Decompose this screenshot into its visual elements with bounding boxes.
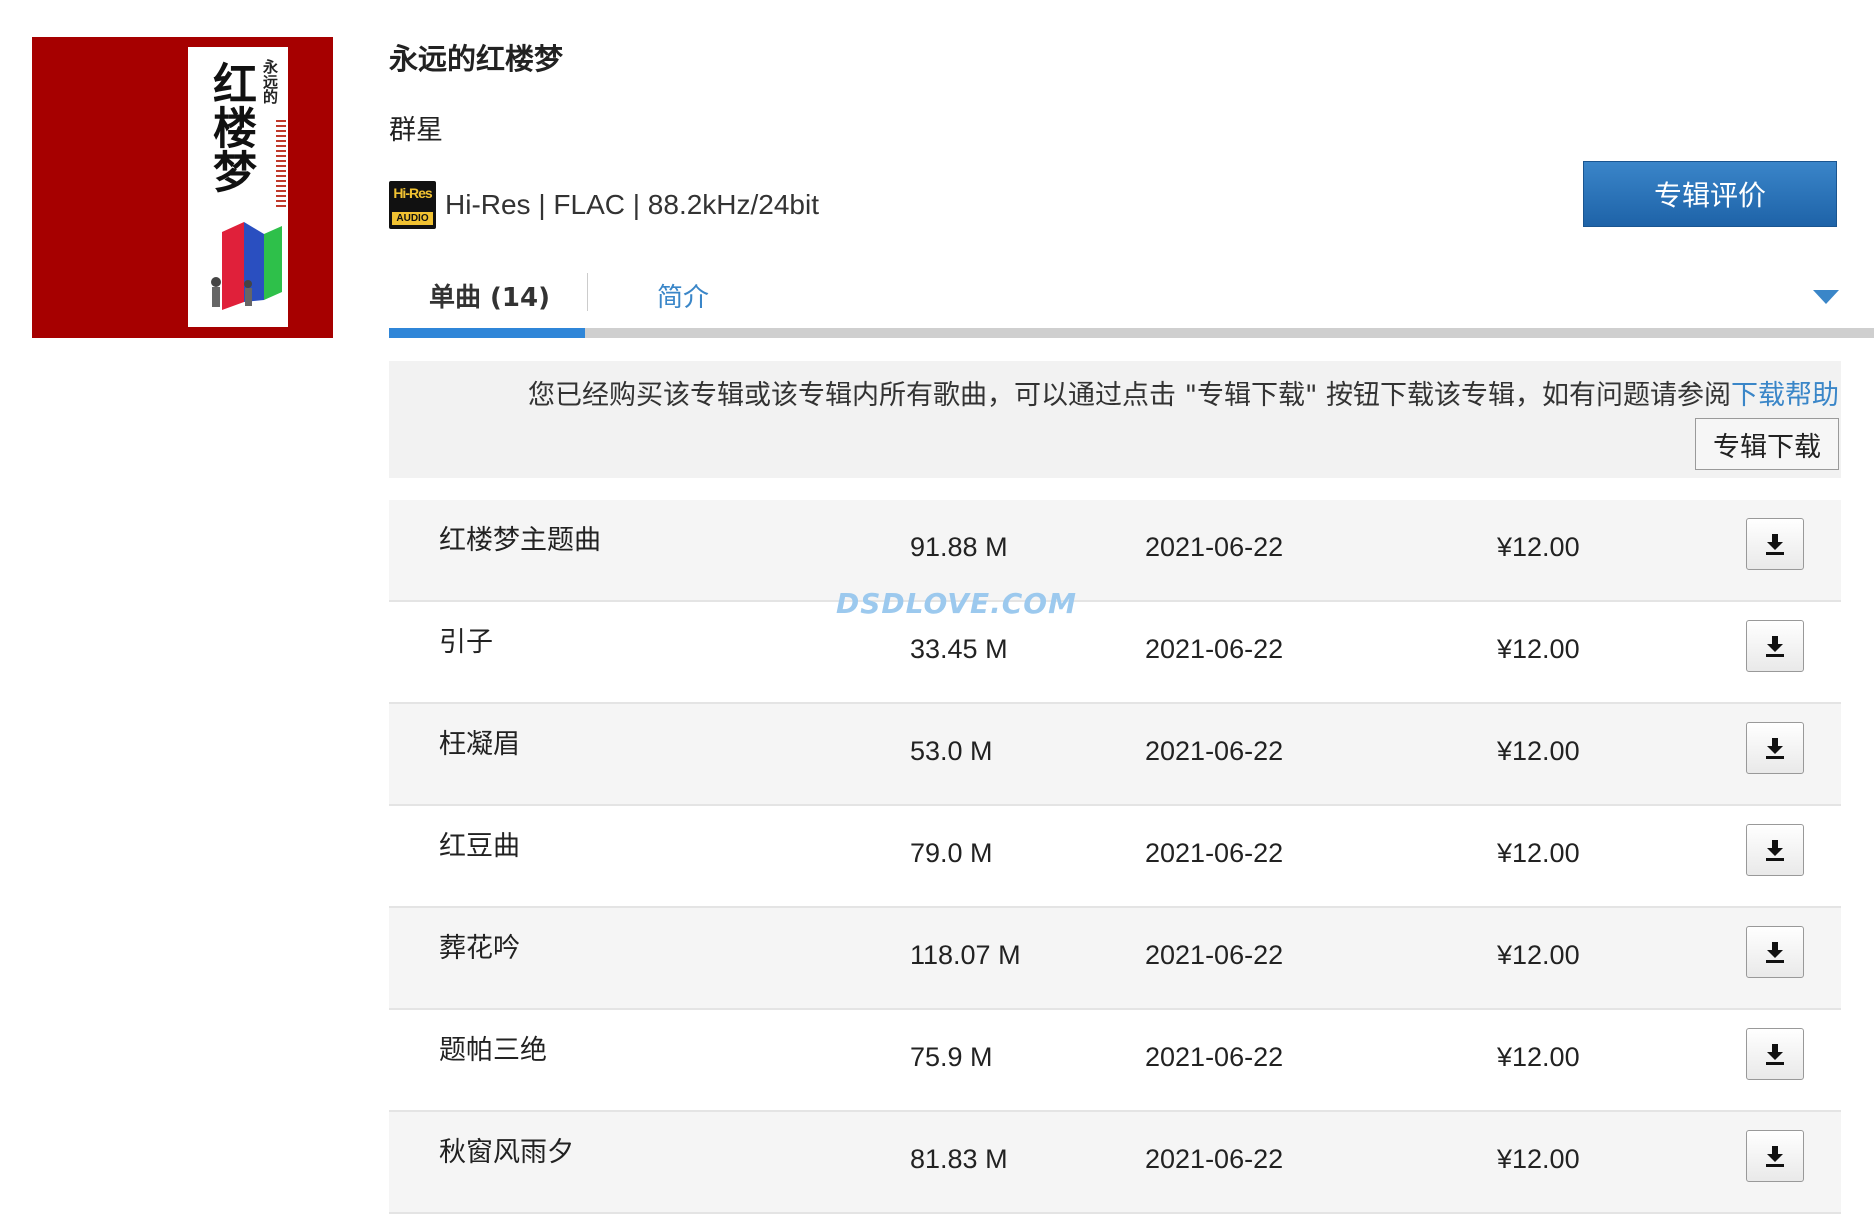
track-download-button[interactable] [1746, 926, 1804, 978]
album-review-button[interactable]: 专辑评价 [1583, 161, 1837, 227]
table-row: 枉凝眉 53.0 M 2021-06-22 ¥12.00 [389, 704, 1841, 806]
track-list: 红楼梦主题曲 91.88 M 2021-06-22 ¥12.00 引子 33.4… [389, 500, 1841, 1214]
album-title: 永远的红楼梦 [389, 42, 564, 76]
track-download-button[interactable] [1746, 1028, 1804, 1080]
watermark: DSDLOVE.COM [836, 587, 1077, 620]
track-size: 79.0 M [910, 838, 993, 868]
download-help-link[interactable]: 下载帮助 [1731, 380, 1839, 411]
track-date: 2021-06-22 [1145, 1144, 1284, 1174]
track-price: ¥12.00 [1497, 736, 1580, 766]
album-download-button[interactable]: 专辑下载 [1695, 418, 1839, 470]
track-name[interactable]: 葬花吟 [439, 926, 520, 965]
cover-card: 红楼梦 永远的 [188, 47, 288, 327]
format-row: Hi-Res AUDIO Hi-Res | FLAC | 88.2kHz/24b… [389, 180, 819, 230]
table-row: 题帕三绝 75.9 M 2021-06-22 ¥12.00 [389, 1010, 1841, 1112]
track-size: 81.83 M [910, 1144, 1008, 1174]
table-row: 葬花吟 118.07 M 2021-06-22 ¥12.00 [389, 908, 1841, 1010]
track-download-button[interactable] [1746, 620, 1804, 672]
track-price: ¥12.00 [1497, 838, 1580, 868]
download-icon [1766, 1146, 1784, 1167]
download-icon [1766, 840, 1784, 861]
track-size: 91.88 M [910, 532, 1008, 562]
track-price: ¥12.00 [1497, 940, 1580, 970]
hires-badge-bottom: AUDIO [392, 212, 433, 225]
track-size: 53.0 M [910, 736, 993, 766]
track-name[interactable]: 引子 [439, 620, 493, 659]
track-price: ¥12.00 [1497, 532, 1580, 562]
track-size: 118.07 M [910, 940, 1021, 970]
track-date: 2021-06-22 [1145, 736, 1284, 766]
tab-bar: 单曲 (14) 简介 [389, 258, 1874, 340]
track-date: 2021-06-22 [1145, 940, 1284, 970]
table-row: 红楼梦主题曲 91.88 M 2021-06-22 ¥12.00 [389, 500, 1841, 602]
purchase-notice: 您已经购买该专辑或该专辑内所有歌曲，可以通过点击 "专辑下载" 按钮下载该专辑，… [389, 361, 1841, 478]
download-icon [1766, 942, 1784, 963]
tab-singles[interactable]: 单曲 (14) [429, 270, 550, 320]
hires-audio-icon: Hi-Res AUDIO [389, 181, 436, 229]
download-icon [1766, 738, 1784, 759]
track-name[interactable]: 枉凝眉 [439, 722, 520, 761]
notice-text: 您已经购买该专辑或该专辑内所有歌曲，可以通过点击 "专辑下载" 按钮下载该专辑，… [528, 373, 1839, 412]
download-icon [1766, 534, 1784, 555]
track-date: 2021-06-22 [1145, 532, 1284, 562]
album-cover: 红楼梦 永远的 [32, 37, 333, 338]
hires-badge-top: Hi-Res [393, 185, 432, 201]
tab-separator [587, 273, 588, 311]
cover-subtitle: 永远的 [261, 59, 279, 104]
download-icon [1766, 1044, 1784, 1065]
track-name[interactable]: 红楼梦主题曲 [439, 518, 601, 557]
tab-underline-active [389, 328, 585, 338]
track-download-button[interactable] [1746, 824, 1804, 876]
tab-intro[interactable]: 简介 [657, 270, 709, 320]
cover-art [211, 222, 282, 310]
track-price: ¥12.00 [1497, 1042, 1580, 1072]
table-row: 秋窗风雨夕 81.83 M 2021-06-22 ¥12.00 [389, 1112, 1841, 1214]
tab-underline-track [389, 328, 1874, 338]
download-icon [1766, 636, 1784, 657]
table-row: 红豆曲 79.0 M 2021-06-22 ¥12.00 [389, 806, 1841, 908]
notice-message: 您已经购买该专辑或该专辑内所有歌曲，可以通过点击 "专辑下载" 按钮下载该专辑，… [527, 380, 1731, 411]
album-artist[interactable]: 群星 [389, 108, 443, 147]
track-download-button[interactable] [1746, 1130, 1804, 1182]
track-size: 75.9 M [910, 1042, 993, 1072]
track-price: ¥12.00 [1497, 634, 1580, 664]
track-size: 33.45 M [910, 634, 1008, 664]
track-download-button[interactable] [1746, 722, 1804, 774]
track-name[interactable]: 秋窗风雨夕 [439, 1130, 574, 1169]
audio-format: Hi-Res | FLAC | 88.2kHz/24bit [445, 189, 820, 220]
cover-title: 红楼梦 [205, 61, 256, 193]
track-name[interactable]: 题帕三绝 [439, 1028, 547, 1067]
track-date: 2021-06-22 [1145, 1042, 1284, 1072]
track-date: 2021-06-22 [1145, 634, 1284, 664]
expand-arrow-icon[interactable] [1813, 290, 1839, 304]
track-date: 2021-06-22 [1145, 838, 1284, 868]
track-download-button[interactable] [1746, 518, 1804, 570]
track-price: ¥12.00 [1497, 1144, 1580, 1174]
table-row: 引子 33.45 M 2021-06-22 ¥12.00 [389, 602, 1841, 704]
track-name[interactable]: 红豆曲 [439, 824, 520, 863]
